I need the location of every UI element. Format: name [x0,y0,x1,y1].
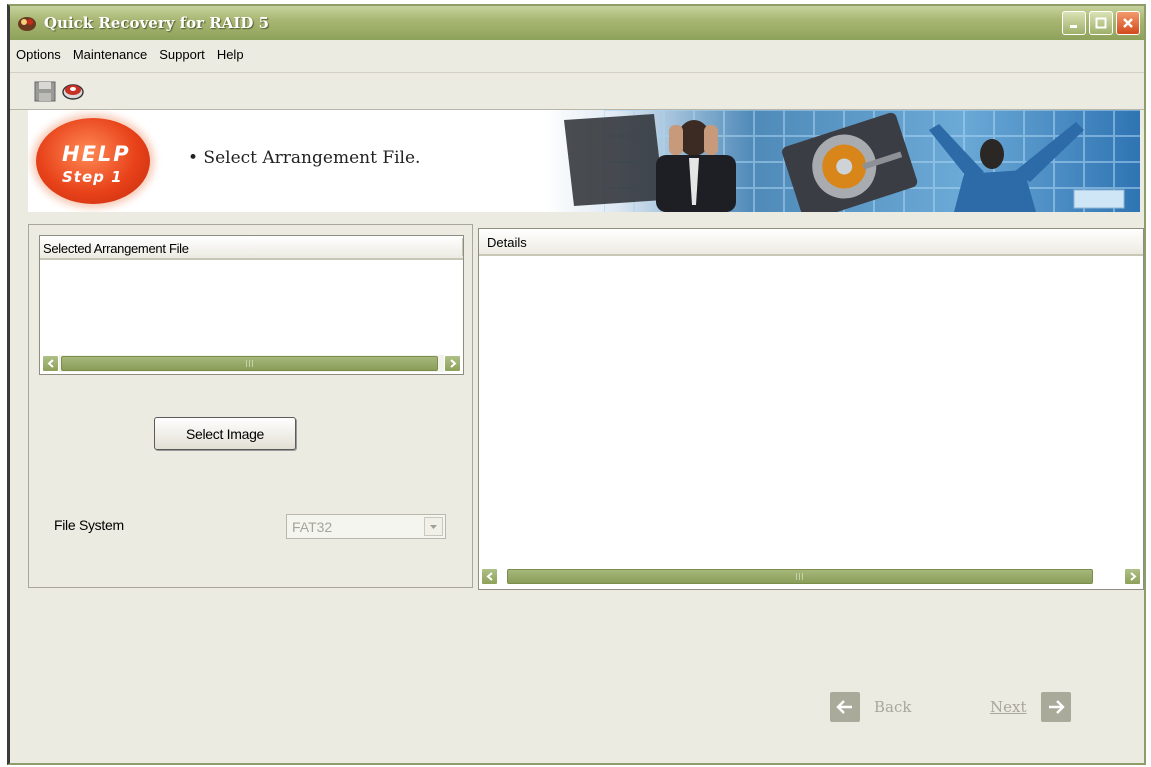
details-scroll-thumb[interactable] [507,569,1093,584]
help-step-badge: HELP Step 1 [36,118,150,204]
chevron-left-icon [46,359,54,368]
next-button[interactable]: Next [990,692,1071,722]
arrangement-panel: Selected Arrangement File Select Image F… [28,224,473,588]
next-label: Next [990,698,1027,716]
menu-bar: Options Maintenance Support Help [10,44,250,66]
title-bar[interactable]: Quick Recovery for RAID 5 [10,6,1144,40]
details-horizontal-scrollbar[interactable] [481,568,1141,585]
toolbar [10,72,1144,110]
step-instruction: • Select Arrangement File. [188,148,421,168]
chevron-down-icon [430,524,437,529]
minimize-icon [1070,25,1077,28]
chevron-left-icon [485,572,493,581]
minimize-button[interactable] [1062,11,1086,35]
window-title: Quick Recovery for RAID 5 [44,14,270,32]
back-label: Back [874,698,912,716]
details-panel: Details [478,228,1144,590]
list-column-header[interactable]: Selected Arrangement File [40,236,463,260]
maximize-icon [1095,17,1107,29]
app-window: Quick Recovery for RAID 5 Options Mainte… [7,4,1146,765]
dropdown-button[interactable] [424,517,443,536]
recovery-disk-icon[interactable] [60,78,86,104]
back-button[interactable]: Back [830,692,911,722]
close-button[interactable] [1116,11,1140,35]
menu-maintenance[interactable]: Maintenance [67,44,153,66]
details-scroll-right-button[interactable] [1124,568,1141,585]
menu-support[interactable]: Support [153,44,211,66]
arrangement-file-list[interactable]: Selected Arrangement File [39,235,464,375]
menu-options[interactable]: Options [10,44,67,66]
file-system-select[interactable]: FAT32 [286,514,446,539]
help-step: Step 1 [62,168,123,186]
save-icon[interactable] [32,78,58,104]
file-system-label: File System [54,517,124,533]
details-scroll-left-button[interactable] [481,568,498,585]
maximize-button[interactable] [1089,11,1113,35]
list-horizontal-scrollbar[interactable] [42,355,461,372]
arrow-left-icon [830,692,860,722]
file-system-value: FAT32 [292,519,333,535]
help-title: HELP [62,142,131,166]
chevron-right-icon [1129,572,1137,581]
arrow-right-icon [1040,692,1071,722]
scroll-right-button[interactable] [444,355,461,372]
app-logo-icon [18,17,36,31]
window-controls [1062,11,1140,35]
banner-illustration [544,110,1140,212]
close-icon [1123,18,1133,28]
details-header: Details [479,229,1143,256]
menu-help[interactable]: Help [211,44,250,66]
chevron-right-icon [449,359,457,368]
scroll-thumb[interactable] [61,356,438,371]
scroll-left-button[interactable] [42,355,59,372]
help-banner: HELP Step 1 • Select Arrangement File. [28,110,1140,212]
select-image-button[interactable]: Select Image [154,417,296,450]
